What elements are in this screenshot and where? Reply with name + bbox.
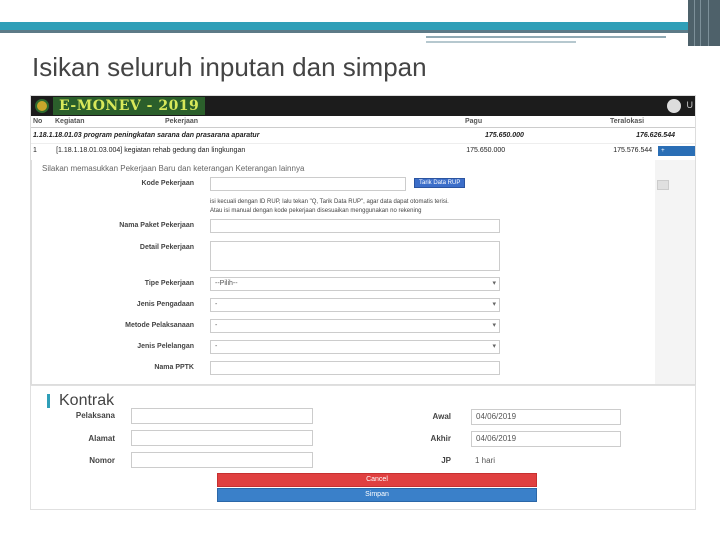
help-line-2: Atau isi manual dengan kode pekerjaan di… <box>210 208 422 214</box>
kegiatan-desc: [1.18.1.18.01.03.004] kegiatan rehab ged… <box>56 147 246 154</box>
app-header: E-MONEV - 2019 U <box>31 96 695 116</box>
slide-thin-line <box>426 36 666 38</box>
program-teralokasi: 176.626.544 <box>636 132 675 139</box>
slide-dark-stripe <box>0 30 700 33</box>
nomor-input[interactable] <box>131 452 313 468</box>
awal-label: Awal <box>432 412 451 421</box>
user-avatar-icon[interactable] <box>667 99 681 113</box>
pengadaan-label: Jenis Pengadaan <box>136 301 194 308</box>
slide-title: Isikan seluruh inputan dan simpan <box>32 52 427 82</box>
kegiatan-row: 1 [1.18.1.18.01.03.004] kegiatan rehab g… <box>31 144 695 164</box>
jp-label: JP <box>441 456 451 465</box>
pelaksana-label: Pelaksana <box>75 411 115 420</box>
side-mini-button[interactable] <box>657 180 669 190</box>
program-pagu: 175.650.000 <box>485 132 524 139</box>
col-teralokasi: Teralokasi <box>610 118 645 125</box>
kegiatan-no: 1 <box>33 147 37 154</box>
form-panel-title: Silakan memasukkan Pekerjaan Baru dan ke… <box>42 164 305 173</box>
slide-top-bar <box>0 0 720 24</box>
nama-paket-label: Nama Paket Pekerjaan <box>119 222 194 229</box>
emonev-screenshot: E-MONEV - 2019 U No Kegiatan Pekerjaan P… <box>30 95 696 385</box>
metode-label: Metode Pelaksanaan <box>125 322 194 329</box>
emblem-icon <box>35 99 49 113</box>
user-name[interactable]: U <box>687 100 694 110</box>
side-panel <box>655 160 695 384</box>
akhir-label: Akhir <box>430 434 451 443</box>
detail-pekerjaan-textarea[interactable] <box>210 241 500 271</box>
help-text: isi kecuali dengan ID RUP, lalu tekan "Q… <box>210 198 510 216</box>
kontrak-title: Kontrak <box>59 392 115 409</box>
slide-thin-line-2 <box>426 41 576 43</box>
pelelangan-label: Jenis Pelelangan <box>137 343 194 350</box>
jenis-pelelangan-select[interactable]: - <box>210 340 500 354</box>
akhir-date-input[interactable]: 04/06/2019 <box>471 431 621 447</box>
metode-pelaksanaan-select[interactable]: - <box>210 319 500 333</box>
simpan-button[interactable]: Simpan <box>217 488 537 502</box>
program-row: 1.18.1.18.01.03 program peningkatan sara… <box>31 128 695 144</box>
slide-accent-stripe <box>0 22 700 30</box>
add-pekerjaan-button[interactable]: + Pekerjaan <box>658 146 695 164</box>
tipe-label: Tipe Pekerjaan <box>144 280 194 287</box>
col-pekerjaan: Pekerjaan <box>165 118 199 125</box>
kode-pekerjaan-input[interactable] <box>210 177 406 191</box>
program-kegiatan: 1.18.1.18.01.03 program peningkatan sara… <box>33 132 260 139</box>
pekerjaan-form: Silakan memasukkan Pekerjaan Baru dan ke… <box>31 160 655 384</box>
detail-label: Detail Pekerjaan <box>139 244 194 251</box>
kegiatan-teralokasi: 175.576.544 <box>613 147 653 154</box>
app-logo[interactable]: E-MONEV - 2019 <box>53 97 206 115</box>
nomor-label: Nomor <box>89 456 115 465</box>
kode-label: Kode Pekerjaan <box>141 180 194 187</box>
pptk-label: Nama PPTK <box>154 364 194 371</box>
nama-paket-input[interactable] <box>210 219 500 233</box>
pelaksana-input[interactable] <box>131 408 313 424</box>
table-header: No Kegiatan Pekerjaan Pagu Teralokasi <box>31 116 695 128</box>
cancel-button[interactable]: Cancel <box>217 473 537 487</box>
kontrak-screenshot: Kontrak Pelaksana Alamat Nomor Awal 04/0… <box>30 385 696 510</box>
tarik-data-rup-button[interactable]: Tarik Data RUP <box>414 178 466 188</box>
slide-corner-block <box>688 0 720 46</box>
alamat-label: Alamat <box>88 434 115 443</box>
col-pagu: Pagu <box>465 118 483 125</box>
nama-pptk-input[interactable] <box>210 361 500 375</box>
kontrak-accent-bar <box>47 394 50 408</box>
kegiatan-pagu: 175.650.000 <box>466 147 506 154</box>
jenis-pengadaan-select[interactable]: - <box>210 298 500 312</box>
tipe-pekerjaan-select[interactable]: --Pilih-- <box>210 277 500 291</box>
col-kegiatan: Kegiatan <box>55 118 85 125</box>
col-no: No <box>33 118 43 125</box>
awal-date-input[interactable]: 04/06/2019 <box>471 409 621 425</box>
jp-value: 1 hari <box>475 456 496 465</box>
alamat-input[interactable] <box>131 430 313 446</box>
help-line-1: isi kecuali dengan ID RUP, lalu tekan "Q… <box>210 199 449 205</box>
